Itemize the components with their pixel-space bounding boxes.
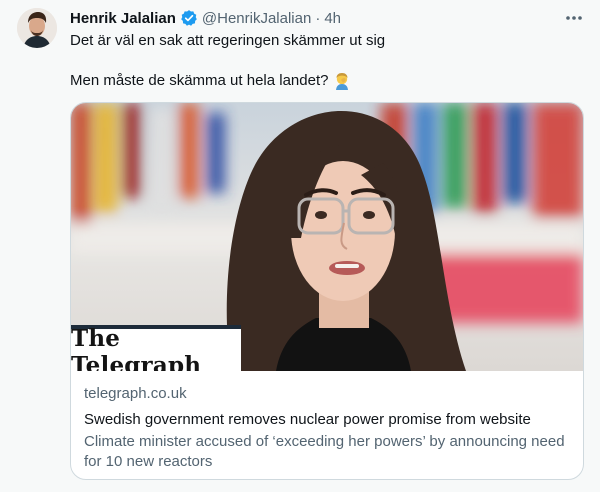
telegraph-logo: The Telegraph [71,325,241,371]
author-name[interactable]: Henrik Jalalian [70,10,176,27]
tweet-text-line-2: Men måste de skämma ut hela landet? [70,71,351,91]
tweet[interactable]: Henrik Jalalian @HenrikJalalian · 4h Det… [0,0,600,492]
verified-badge-icon [180,9,198,27]
facepalm-emoji [333,72,351,90]
tweet-text-line-2-content: Men måste de skämma ut hela landet? [70,72,329,89]
telegraph-logo-text: The Telegraph [71,325,202,371]
card-info[interactable]: telegraph.co.uk Swedish government remov… [84,384,570,472]
card-domain: telegraph.co.uk [84,385,187,402]
more-options-icon[interactable] [562,6,586,30]
avatar[interactable] [17,8,57,48]
author-handle[interactable]: @HenrikJalalian [202,10,311,27]
avatar-image [17,8,57,48]
tweet-header: Henrik Jalalian @HenrikJalalian · 4h [70,8,341,28]
link-card[interactable]: The Telegraph telegraph.co.uk Swedish go… [70,102,584,480]
header-separator: · [315,9,321,27]
card-description: Climate minister accused of ‘exceeding h… [84,433,565,470]
tweet-text-line-1: Det är väl en sak att regeringen skämmer… [70,32,386,49]
article-photo: The Telegraph [71,103,583,371]
card-title: Swedish government removes nuclear power… [84,411,531,428]
timestamp[interactable]: 4h [324,10,341,27]
